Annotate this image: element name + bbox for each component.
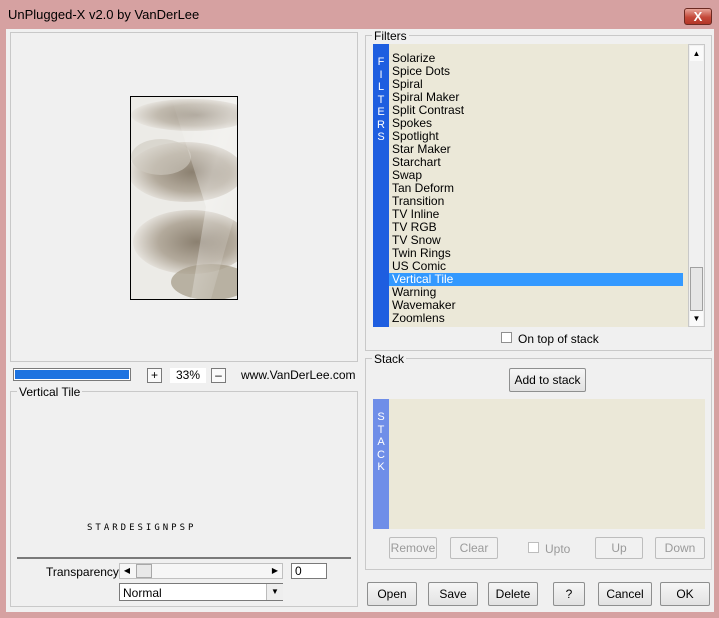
filter-item[interactable]: Starchart [389, 156, 683, 169]
filters-group-title: Filters [372, 29, 409, 43]
transparency-value-input[interactable]: 0 [291, 563, 327, 579]
progress-bar [13, 368, 131, 381]
effect-title: Vertical Tile [17, 385, 83, 399]
clear-button[interactable]: Clear [450, 537, 498, 559]
close-icon: X [693, 9, 703, 24]
upto-checkbox[interactable] [528, 542, 539, 553]
remove-button[interactable]: Remove [389, 537, 437, 559]
zoom-out-button[interactable]: – [211, 368, 226, 383]
side-letter: K [377, 461, 385, 473]
divider [17, 557, 351, 559]
side-letter: I [379, 68, 383, 81]
zoom-in-button[interactable]: + [147, 368, 162, 383]
side-letter: L [377, 81, 385, 93]
blend-mode-value: Normal [123, 586, 162, 600]
filter-item[interactable]: Zoomlens [389, 312, 683, 325]
stack-group-title: Stack [372, 352, 407, 366]
side-letter: T [377, 423, 385, 436]
effect-parameters-panel: Vertical Tile STARDESIGNPSP Transparency… [10, 385, 358, 607]
on-top-of-stack-checkbox[interactable] [501, 332, 512, 343]
window-title: UnPlugged-X v2.0 by VanDerLee [8, 7, 200, 22]
side-letter: S [377, 131, 385, 143]
blend-mode-select[interactable]: Normal ▼ [119, 583, 283, 601]
progress-fill [15, 370, 129, 379]
stack-list[interactable] [389, 399, 705, 529]
on-top-of-stack-label: On top of stack [518, 332, 599, 346]
filters-group: Filters F I L T E R S Solarize Spice Dots… [365, 29, 712, 351]
side-letter: R [377, 118, 385, 131]
filter-item[interactable]: Spice Dots [389, 65, 683, 78]
side-letter: S [377, 411, 385, 423]
filters-scrollbar[interactable]: ▲ ▼ [688, 44, 705, 327]
up-button[interactable]: Up [595, 537, 643, 559]
title-bar[interactable]: UnPlugged-X v2.0 by VanDerLee X [0, 0, 719, 30]
preview-image[interactable] [130, 96, 238, 300]
side-letter: C [377, 448, 385, 461]
save-button[interactable]: Save [428, 582, 478, 606]
filters-list[interactable]: Solarize Spice Dots Spiral Spiral Maker Spli… [389, 44, 688, 327]
cancel-button[interactable]: Cancel [598, 582, 652, 606]
transparency-slider[interactable]: ◀ ▶ [119, 563, 283, 579]
filter-item[interactable]: Split Contrast [389, 104, 683, 117]
add-to-stack-button[interactable]: Add to stack [509, 368, 586, 392]
scroll-down-arrow-icon[interactable]: ▼ [690, 311, 703, 326]
down-button[interactable]: Down [655, 537, 705, 559]
close-button[interactable]: X [684, 8, 712, 25]
stack-group: Stack Add to stack S T A C K Remove Clea… [365, 352, 712, 570]
stack-side-label: S T A C K [373, 399, 389, 529]
transparency-label: Transparency [46, 565, 119, 579]
chevron-down-icon[interactable]: ▼ [266, 584, 283, 600]
filters-scrollbar-thumb[interactable] [690, 267, 703, 311]
scroll-up-arrow-icon[interactable]: ▲ [690, 46, 703, 61]
upto-label: Upto [545, 542, 571, 556]
filters-side-label: F I L T E R S [373, 44, 389, 327]
ok-button[interactable]: OK [660, 582, 710, 606]
preview-panel [10, 32, 358, 362]
side-letter: F [377, 56, 385, 68]
open-button[interactable]: Open [367, 582, 417, 606]
transparency-thumb[interactable] [136, 564, 152, 578]
zoom-value: 33% [170, 368, 206, 383]
side-letter: E [377, 106, 385, 118]
website-link[interactable]: www.VanDerLee.com [241, 368, 356, 383]
preview-image-svg [131, 97, 237, 299]
help-button[interactable]: ? [553, 582, 585, 606]
watermark-text: STARDESIGNPSP [87, 523, 197, 533]
side-letter: A [377, 436, 385, 448]
delete-button[interactable]: Delete [488, 582, 538, 606]
side-letter: T [377, 93, 385, 106]
scroll-right-arrow-icon[interactable]: ▶ [268, 564, 282, 578]
scroll-left-arrow-icon[interactable]: ◀ [120, 564, 134, 578]
